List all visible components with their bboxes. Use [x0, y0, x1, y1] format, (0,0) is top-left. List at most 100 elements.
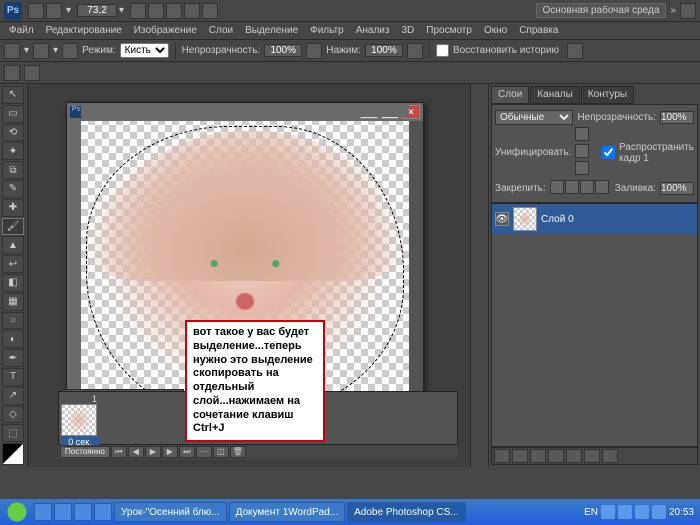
- lock-all-icon[interactable]: [595, 180, 609, 194]
- blend-mode-select[interactable]: Обычные: [495, 110, 573, 125]
- airbrush-icon[interactable]: [407, 43, 423, 59]
- colors-icon[interactable]: [2, 443, 24, 465]
- menu-image[interactable]: Изображение: [129, 24, 202, 37]
- fx-icon[interactable]: [512, 449, 528, 463]
- menu-help[interactable]: Справка: [514, 24, 563, 37]
- new-frame-button[interactable]: ◫: [213, 446, 229, 458]
- taskbar-item[interactable]: Документ 1WordPad...: [229, 502, 346, 522]
- lock-trans-icon[interactable]: [550, 180, 564, 194]
- dodge-tool[interactable]: ◐: [2, 330, 24, 348]
- lang-indicator[interactable]: EN: [584, 507, 598, 518]
- next-frame-button[interactable]: ▶: [162, 446, 178, 458]
- workspace-selector[interactable]: Основная рабочая среда: [536, 3, 667, 18]
- lock-pixels-icon[interactable]: [565, 180, 579, 194]
- shape-tool[interactable]: ◇: [2, 406, 24, 424]
- new-layer-icon[interactable]: [584, 449, 600, 463]
- zoom-icon[interactable]: [148, 3, 164, 19]
- menu-analysis[interactable]: Анализ: [351, 24, 395, 37]
- delete-frame-button[interactable]: 🗑: [230, 446, 246, 458]
- marquee-tool[interactable]: ▭: [2, 105, 24, 123]
- type-tool[interactable]: T: [2, 368, 24, 386]
- adjust-icon[interactable]: [548, 449, 564, 463]
- wand-tool[interactable]: ✦: [2, 142, 24, 160]
- panel-icon-2[interactable]: [24, 65, 40, 81]
- menu-filter[interactable]: Фильтр: [305, 24, 349, 37]
- loop-select[interactable]: Постоянно: [60, 446, 110, 458]
- brush-preset-icon[interactable]: [33, 43, 49, 59]
- group-icon[interactable]: [566, 449, 582, 463]
- menu-view[interactable]: Просмотр: [421, 24, 477, 37]
- tab-layers[interactable]: Слои: [491, 86, 529, 104]
- collapsed-panels[interactable]: [471, 84, 489, 467]
- menu-edit[interactable]: Редактирование: [41, 24, 127, 37]
- lasso-tool[interactable]: ⟲: [2, 124, 24, 142]
- blur-tool[interactable]: ○: [2, 312, 24, 330]
- csLive-icon[interactable]: [680, 3, 696, 19]
- quicklaunch-icon[interactable]: [54, 503, 72, 521]
- tab-paths[interactable]: Контуры: [581, 86, 634, 104]
- tray-icon[interactable]: [635, 505, 649, 519]
- eraser-tool[interactable]: ◧: [2, 274, 24, 292]
- crop-tool[interactable]: ⧉: [2, 161, 24, 179]
- play-button[interactable]: ▶: [145, 446, 161, 458]
- tween-button[interactable]: ⋯: [196, 446, 212, 458]
- menu-3d[interactable]: 3D: [396, 24, 419, 37]
- prev-frame-button[interactable]: ◀: [128, 446, 144, 458]
- chevron-double-icon[interactable]: »: [670, 5, 676, 16]
- stamp-tool[interactable]: ▲: [2, 236, 24, 254]
- taskbar-item[interactable]: Adobe Photoshop CS...: [347, 502, 466, 522]
- mask-icon[interactable]: [530, 449, 546, 463]
- bridge-icon[interactable]: [28, 3, 44, 19]
- link-icon[interactable]: [494, 449, 510, 463]
- menu-file[interactable]: Файл: [4, 24, 39, 37]
- layer-fill-input[interactable]: [660, 182, 694, 195]
- menu-select[interactable]: Выделение: [240, 24, 303, 37]
- brush-tool[interactable]: 🖌: [2, 218, 24, 236]
- propagate-checkbox[interactable]: [602, 146, 615, 159]
- taskbar-item[interactable]: Урок-"Осенний блю...: [114, 502, 227, 522]
- tool-preset-icon[interactable]: [4, 43, 20, 59]
- tab-channels[interactable]: Каналы: [530, 86, 580, 104]
- path-tool[interactable]: ↗: [2, 387, 24, 405]
- tray-icon[interactable]: [601, 505, 615, 519]
- layer-opacity-input[interactable]: [660, 111, 694, 124]
- zoom-input[interactable]: [77, 4, 117, 17]
- mode-select[interactable]: Кисть: [120, 43, 169, 58]
- unify-icon[interactable]: [575, 127, 589, 141]
- pen-tool[interactable]: ✒: [2, 349, 24, 367]
- minibridge-icon[interactable]: [46, 3, 62, 19]
- heal-tool[interactable]: ✚: [2, 199, 24, 217]
- layer-thumb[interactable]: [513, 207, 537, 231]
- tray-icon[interactable]: [618, 505, 632, 519]
- tablet-icon[interactable]: [567, 43, 583, 59]
- brush-panel-icon[interactable]: [62, 43, 78, 59]
- move-tool[interactable]: ↖: [2, 86, 24, 104]
- eyedropper-tool[interactable]: ✎: [2, 180, 24, 198]
- rotate-icon[interactable]: [166, 3, 182, 19]
- layer-name[interactable]: Слой 0: [541, 214, 574, 225]
- screen-icon[interactable]: [202, 3, 218, 19]
- 3d-tool[interactable]: ⬚: [2, 424, 24, 442]
- hand-icon[interactable]: [130, 3, 146, 19]
- visibility-icon[interactable]: 👁: [495, 212, 509, 226]
- layer-item[interactable]: 👁 Слой 0: [492, 204, 697, 234]
- last-frame-button[interactable]: ⏭: [179, 446, 195, 458]
- panel-icon-1[interactable]: [4, 65, 20, 81]
- quicklaunch-icon[interactable]: [94, 503, 112, 521]
- gradient-tool[interactable]: ▦: [2, 293, 24, 311]
- arrange-icon[interactable]: [184, 3, 200, 19]
- menu-window[interactable]: Окно: [479, 24, 512, 37]
- menu-layer[interactable]: Слои: [204, 24, 238, 37]
- unify-icon[interactable]: [575, 144, 589, 158]
- opacity-input[interactable]: [264, 44, 302, 57]
- animation-frame[interactable]: 1 0 сек.: [61, 394, 99, 448]
- tray-icon[interactable]: [652, 505, 666, 519]
- quicklaunch-icon[interactable]: [74, 503, 92, 521]
- history-brush-tool[interactable]: ↩: [2, 255, 24, 273]
- quicklaunch-icon[interactable]: [34, 503, 52, 521]
- clock[interactable]: 20:53: [669, 507, 694, 518]
- unify-icon[interactable]: [575, 161, 589, 175]
- pressure-opacity-icon[interactable]: [306, 43, 322, 59]
- flow-input[interactable]: [365, 44, 403, 57]
- start-button[interactable]: [2, 501, 32, 523]
